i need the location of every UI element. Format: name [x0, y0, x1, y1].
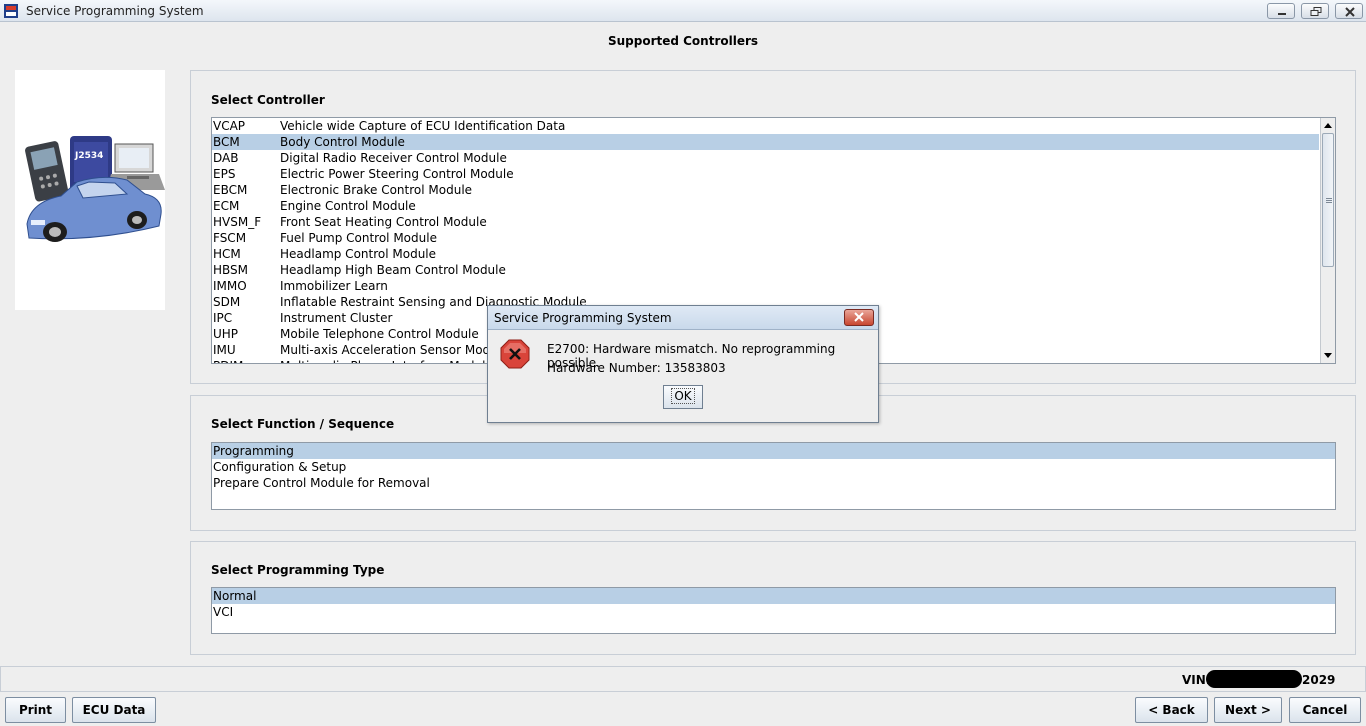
- window-title-bar: Service Programming System: [0, 0, 1366, 22]
- next-button[interactable]: Next >: [1214, 697, 1282, 723]
- controller-row-hcm[interactable]: HCM Headlamp Control Module: [212, 246, 1319, 262]
- controller-list-scrollbar[interactable]: [1320, 118, 1335, 363]
- controller-code: DAB: [213, 151, 239, 165]
- controller-name: Headlamp Control Module: [280, 247, 437, 261]
- controller-name: Fuel Pump Control Module: [280, 231, 437, 245]
- controller-code: FSCM: [213, 231, 247, 245]
- back-button[interactable]: < Back: [1135, 697, 1208, 723]
- dialog-ok-button[interactable]: OK: [663, 385, 703, 409]
- controller-name: Engine Control Module: [280, 199, 416, 213]
- controller-row-fscm[interactable]: FSCM Fuel Pump Control Module: [212, 230, 1319, 246]
- controller-name: Digital Radio Receiver Control Module: [280, 151, 507, 165]
- controller-row-immo[interactable]: IMMO Immobilizer Learn: [212, 278, 1319, 294]
- restore-icon: [1310, 7, 1322, 16]
- controller-row-dab[interactable]: DAB Digital Radio Receiver Control Module: [212, 150, 1319, 166]
- select-function-title: Select Function / Sequence: [211, 417, 395, 431]
- controller-name: Electronic Brake Control Module: [280, 183, 473, 197]
- controller-name: Front Seat Heating Control Module: [280, 215, 487, 229]
- controller-row-ebcm[interactable]: EBCM Electronic Brake Control Module: [212, 182, 1319, 198]
- page-title: Supported Controllers: [607, 34, 759, 48]
- controller-code: IPC: [213, 311, 233, 325]
- svg-text:J2534: J2534: [74, 151, 103, 161]
- controller-row-vcap[interactable]: VCAP Vehicle wide Capture of ECU Identifi…: [212, 118, 1319, 134]
- minimize-icon: [1278, 13, 1286, 15]
- controller-name: Mobile Telephone Control Module: [280, 327, 479, 341]
- controller-code: HVSM_F: [213, 215, 262, 229]
- vin-redaction: [1206, 670, 1302, 688]
- controller-code: UHP: [213, 327, 239, 341]
- status-bar: [0, 666, 1366, 692]
- print-button[interactable]: Print: [5, 697, 66, 723]
- close-icon: [854, 312, 864, 322]
- select-controller-title: Select Controller: [211, 93, 325, 107]
- vin-value: 2029: [1302, 673, 1336, 687]
- function-row-configuration-setup[interactable]: Configuration & Setup: [212, 459, 1335, 475]
- dialog-close-button[interactable]: [844, 309, 874, 326]
- function-row-programming[interactable]: Programming: [212, 443, 1335, 459]
- controller-code: BCM: [213, 135, 240, 149]
- controller-name: Immobilizer Learn: [280, 279, 388, 293]
- function-list[interactable]: Programming Configuration & Setup Prepare …: [211, 442, 1336, 510]
- controller-code: VCAP: [213, 119, 246, 133]
- controller-row-bcm[interactable]: BCM Body Control Module: [212, 134, 1319, 150]
- controller-code: SDM: [213, 295, 241, 309]
- function-row-prepare-control-module-for-removal[interactable]: Prepare Control Module for Removal: [212, 475, 1335, 491]
- controller-name: Vehicle wide Capture of ECU Identificati…: [280, 119, 566, 133]
- controller-name: Body Control Module: [280, 135, 405, 149]
- error-icon: [500, 339, 530, 369]
- controller-code: HCM: [213, 247, 241, 261]
- close-icon: [1345, 7, 1355, 17]
- controller-row-hvsm-f[interactable]: HVSM_F Front Seat Heating Control Module: [212, 214, 1319, 230]
- controller-name: Instrument Cluster: [280, 311, 393, 325]
- controller-name: Headlamp High Beam Control Module: [280, 263, 506, 277]
- scroll-up-icon[interactable]: [1321, 119, 1335, 133]
- select-programming-type-title: Select Programming Type: [211, 563, 385, 577]
- diagnostic-tools-image: J2534: [15, 70, 165, 310]
- dialog-title-bar: Service Programming System: [488, 306, 878, 330]
- controller-row-ecm[interactable]: ECM Engine Control Module: [212, 198, 1319, 214]
- controller-name: Multimedia Player Interface Module: [280, 358, 493, 363]
- restore-button[interactable]: [1301, 3, 1329, 19]
- error-dialog: Service Programming System E2700: Hardwa…: [487, 305, 879, 423]
- controller-row-hbsm[interactable]: HBSM Headlamp High Beam Control Module: [212, 262, 1319, 278]
- window-title: Service Programming System: [26, 4, 204, 18]
- controller-row-eps[interactable]: EPS Electric Power Steering Control Modul…: [212, 166, 1319, 182]
- programming-type-row-normal[interactable]: Normal: [212, 588, 1335, 604]
- dialog-ok-label: OK: [671, 388, 695, 404]
- controller-code: PDIM: [213, 358, 243, 363]
- window-close-button[interactable]: [1335, 3, 1363, 19]
- dialog-title: Service Programming System: [494, 311, 672, 325]
- car-and-tools-illustration: J2534: [25, 136, 165, 242]
- dialog-detail: Hardware Number: 13583803: [547, 361, 726, 375]
- programming-type-list[interactable]: Normal VCI: [211, 587, 1336, 634]
- controller-code: HBSM: [213, 263, 249, 277]
- controller-code: IMMO: [213, 279, 247, 293]
- app-icon: [4, 4, 18, 18]
- select-programming-type-group: Select Programming Type Normal VCI: [190, 541, 1356, 655]
- cancel-button[interactable]: Cancel: [1289, 697, 1361, 723]
- ecu-data-button[interactable]: ECU Data: [72, 697, 156, 723]
- minimize-button[interactable]: [1267, 3, 1295, 19]
- controller-name: Electric Power Steering Control Module: [280, 167, 514, 181]
- controller-code: IMU: [213, 343, 236, 357]
- programming-type-row-vci[interactable]: VCI: [212, 604, 1335, 620]
- controller-code: EPS: [213, 167, 236, 181]
- scrollbar-thumb[interactable]: [1322, 133, 1334, 267]
- controller-name: Multi-axis Acceleration Sensor Module: [280, 343, 509, 357]
- controller-code: EBCM: [213, 183, 248, 197]
- controller-code: ECM: [213, 199, 240, 213]
- scroll-down-icon[interactable]: [1321, 348, 1335, 362]
